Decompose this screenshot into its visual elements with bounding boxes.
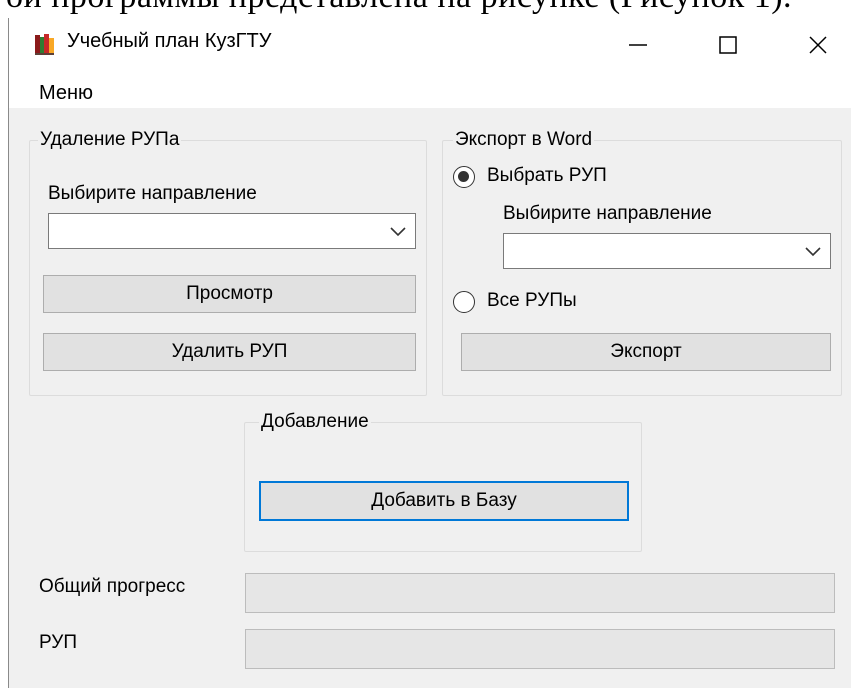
close-button[interactable] <box>779 18 851 72</box>
delete-direction-combobox[interactable] <box>48 213 416 249</box>
maximize-icon <box>719 36 737 54</box>
menu-bar: Меню <box>9 72 851 108</box>
export-direction-combobox[interactable] <box>503 233 831 269</box>
window-title: Учебный план КузГТУ <box>67 30 272 52</box>
delete-group-legend: Удаление РУПа <box>38 128 182 152</box>
minimize-icon <box>629 44 647 46</box>
view-button[interactable]: Просмотр <box>43 275 416 313</box>
export-direction-label: Выбирите направление <box>503 203 712 224</box>
total-progress-label: Общий прогресс <box>39 576 186 597</box>
export-group-legend: Экспорт в Word <box>453 128 595 152</box>
chevron-down-icon <box>390 227 406 237</box>
all-rups-radio[interactable] <box>453 291 475 313</box>
rup-progress-label: РУП <box>39 632 77 653</box>
maximize-button[interactable] <box>689 18 767 72</box>
all-rups-label[interactable]: Все РУПы <box>487 290 577 312</box>
rup-progress-bar <box>245 629 835 669</box>
choose-rup-radio[interactable] <box>453 166 475 188</box>
export-button[interactable]: Экспорт <box>461 333 831 371</box>
menu-item-menu[interactable]: Меню <box>39 82 93 105</box>
close-icon <box>809 36 827 54</box>
document-text: ой программы представлена на рисунке (Ри… <box>6 0 792 16</box>
document-background: ой программы представлена на рисунке (Ри… <box>0 0 851 20</box>
export-word-group: Экспорт в Word Выбрать РУП Выбирите напр… <box>442 128 842 396</box>
add-group-legend: Добавление <box>259 410 371 434</box>
title-bar[interactable]: Учебный план КузГТУ <box>9 18 851 72</box>
app-window: Учебный план КузГТУ Меню Удаление РУПа В… <box>8 18 851 688</box>
minimize-button[interactable] <box>599 18 677 72</box>
delete-rup-button[interactable]: Удалить РУП <box>43 333 416 371</box>
choose-rup-label[interactable]: Выбрать РУП <box>487 165 607 187</box>
add-group: Добавление Добавить в Базу <box>244 410 642 552</box>
add-to-database-button[interactable]: Добавить в Базу <box>259 481 629 521</box>
chevron-down-icon <box>805 247 821 257</box>
delete-rup-group: Удаление РУПа Выбирите направление Просм… <box>29 128 427 396</box>
books-app-icon <box>35 34 54 55</box>
delete-direction-label: Выбирите направление <box>48 183 257 204</box>
total-progress-bar <box>245 573 835 613</box>
